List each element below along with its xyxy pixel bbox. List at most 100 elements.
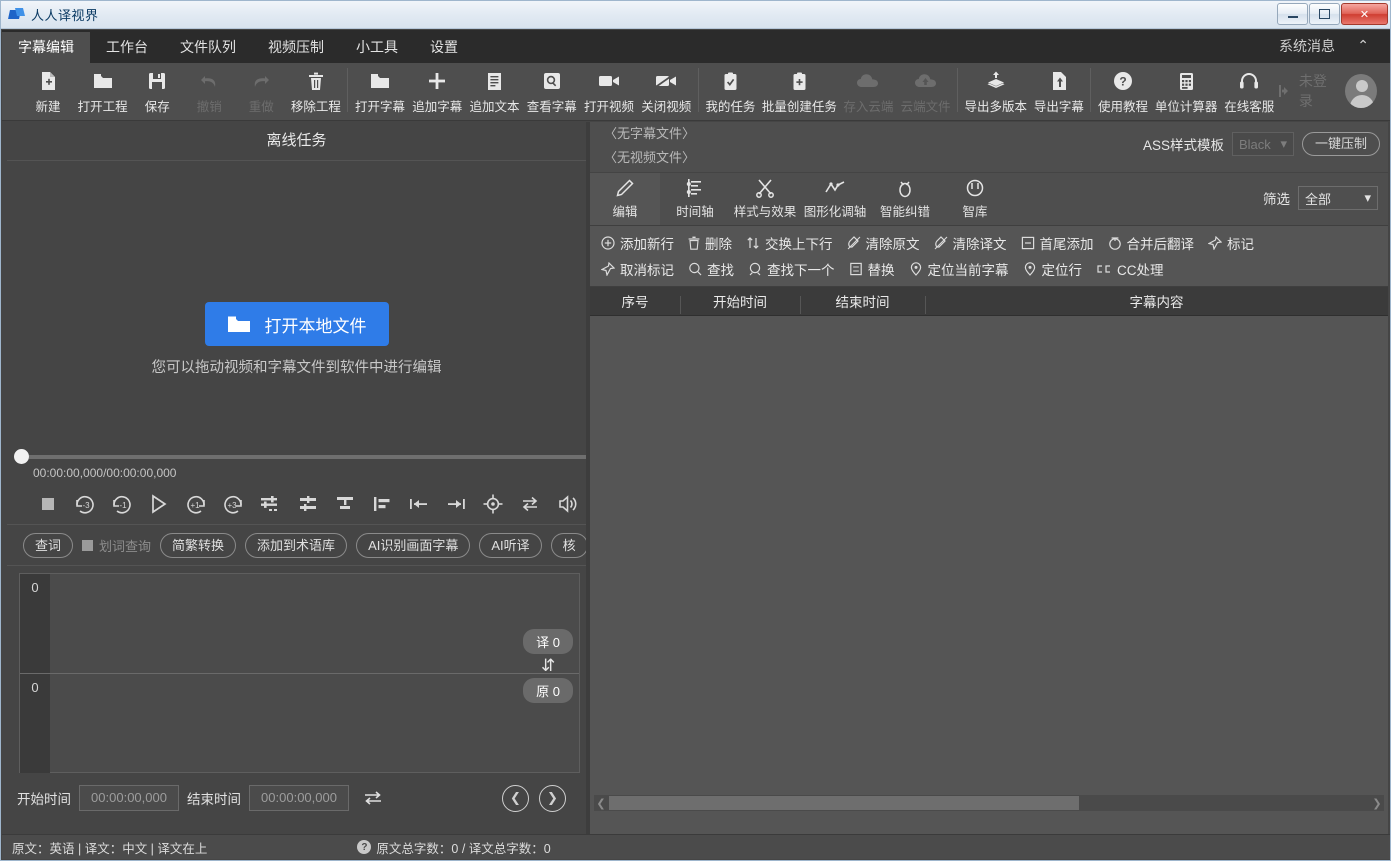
tab-workbench[interactable]: 工作台 <box>90 32 164 63</box>
set-end-button[interactable] <box>438 487 475 521</box>
translation-edit-row[interactable]: 0 <box>20 574 579 673</box>
add-to-glossary-button[interactable]: 添加到术语库 <box>245 533 347 558</box>
cmd-locate-line[interactable]: 定位行 <box>1016 257 1090 281</box>
ribbon-close-video[interactable]: 关闭视频 <box>638 63 695 119</box>
align-left-button[interactable] <box>363 487 400 521</box>
subtitle-table-body[interactable] <box>590 316 1388 816</box>
loop-button[interactable] <box>512 487 549 521</box>
ai-transcribe-button[interactable]: AI听译 <box>479 533 541 558</box>
ribbon-cloud-files[interactable]: 云端文件 <box>897 63 954 119</box>
forward-1-button[interactable]: +1 <box>178 487 215 521</box>
maximize-button[interactable] <box>1309 3 1340 25</box>
settings-sliders-button[interactable] <box>252 487 289 521</box>
original-text-input[interactable] <box>50 674 579 773</box>
cmd-merge-translate[interactable]: 合并后翻译 <box>1101 231 1202 255</box>
lookup-word-button[interactable]: 查词 <box>23 533 73 558</box>
subtab-graph-adjust[interactable]: 图形化调轴 <box>800 173 870 225</box>
subtab-timeline[interactable]: 时间轴 <box>660 173 730 225</box>
swap-lines-icon[interactable]: ⇵ <box>541 658 555 674</box>
set-start-button[interactable] <box>400 487 437 521</box>
scroll-left-button[interactable]: ❮ <box>594 797 608 810</box>
ribbon-my-tasks[interactable]: 我的任务 <box>702 63 759 119</box>
seek-track[interactable] <box>29 455 586 459</box>
ribbon-redo[interactable]: 重做 <box>235 63 287 119</box>
checkbox-box-icon[interactable] <box>82 540 93 551</box>
column-header-end-time[interactable]: 结束时间 <box>800 291 925 311</box>
simplified-traditional-button[interactable]: 简繁转换 <box>160 533 236 558</box>
one-click-compress-button[interactable]: 一键压制 <box>1302 132 1380 156</box>
question-icon[interactable]: ? <box>357 840 371 854</box>
subtab-smart-correction[interactable]: 智能纠错 <box>870 173 940 225</box>
stop-button[interactable] <box>29 487 66 521</box>
select-word-query-checkbox[interactable]: 划词查询 <box>82 536 151 555</box>
align-bottom-button[interactable] <box>326 487 363 521</box>
ribbon-unit-calculator[interactable]: 单位计算器 <box>1152 63 1221 119</box>
translation-text-input[interactable] <box>50 574 579 673</box>
ribbon-new[interactable]: 新建 <box>22 63 74 119</box>
filter-select[interactable]: 全部 ▾ <box>1298 186 1378 210</box>
ribbon-save-to-cloud[interactable]: 存入云端 <box>840 63 897 119</box>
volume-button[interactable] <box>549 487 586 521</box>
cmd-locate-current-subtitle[interactable]: 定位当前字幕 <box>902 257 1016 281</box>
ribbon-save[interactable]: 保存 <box>131 63 183 119</box>
tab-settings[interactable]: 设置 <box>414 32 474 63</box>
end-time-input[interactable]: 00:00:00,000 <box>249 785 349 811</box>
cmd-find[interactable]: 查找 <box>681 257 741 281</box>
next-line-button[interactable]: ❯ <box>539 785 566 812</box>
cmd-delete[interactable]: 删除 <box>681 231 739 255</box>
subtab-style-effects[interactable]: 样式与效果 <box>730 173 800 225</box>
minimize-button[interactable] <box>1277 3 1308 25</box>
tab-tools[interactable]: 小工具 <box>340 32 414 63</box>
ribbon-undo[interactable]: 撤销 <box>183 63 235 119</box>
cmd-cc-process[interactable]: CC处理 <box>1089 257 1171 281</box>
cmd-swap-lines[interactable]: 交换上下行 <box>739 231 840 255</box>
ribbon-remove-project[interactable]: 移除工程 <box>287 63 344 119</box>
scroll-right-button[interactable]: ❯ <box>1370 797 1384 810</box>
previous-line-button[interactable]: ❮ <box>502 785 529 812</box>
ribbon-export-subtitle[interactable]: 导出字幕 <box>1030 63 1087 119</box>
start-time-input[interactable]: 00:00:00,000 <box>79 785 179 811</box>
tab-subtitle-edit[interactable]: 字幕编辑 <box>2 32 90 63</box>
login-button[interactable]: 未登录 <box>1278 71 1337 111</box>
cmd-clear-translation[interactable]: 清除译文 <box>927 231 1014 255</box>
column-header-start-time[interactable]: 开始时间 <box>680 291 800 311</box>
ribbon-export-multi[interactable]: 导出多版本 <box>961 63 1030 119</box>
back-3-button[interactable]: -3 <box>66 487 103 521</box>
ribbon-append-subtitle[interactable]: 追加字幕 <box>409 63 466 119</box>
ribbon-open-subtitle[interactable]: 打开字幕 <box>351 63 408 119</box>
system-message-label[interactable]: 系统消息 <box>1279 30 1335 63</box>
scrollbar-thumb[interactable] <box>609 796 1079 810</box>
collapse-ribbon-icon[interactable]: ⌃ <box>1357 30 1369 63</box>
tab-video-encode[interactable]: 视频压制 <box>252 32 340 63</box>
ribbon-open-video[interactable]: 打开视频 <box>580 63 637 119</box>
column-header-subtitle-content[interactable]: 字幕内容 <box>925 291 1388 311</box>
subtab-edit[interactable]: 编辑 <box>590 173 660 225</box>
locate-target-button[interactable] <box>475 487 512 521</box>
ribbon-batch-create-task[interactable]: 批量创建任务 <box>759 63 840 119</box>
cmd-clear-original[interactable]: 清除原文 <box>840 231 927 255</box>
cmd-unmark[interactable]: 取消标记 <box>594 257 681 281</box>
cmd-find-next[interactable]: 查找下一个 <box>741 257 842 281</box>
ai-recognize-screen-subtitle-button[interactable]: AI识别画面字幕 <box>356 533 470 558</box>
tab-file-queue[interactable]: 文件队列 <box>164 32 252 63</box>
subtab-knowledge-base[interactable]: 智库 <box>940 173 1010 225</box>
open-local-file-button[interactable]: 打开本地文件 <box>205 302 389 346</box>
play-button[interactable] <box>140 487 177 521</box>
seek-handle[interactable] <box>14 449 29 464</box>
cmd-replace[interactable]: 替换 <box>842 257 902 281</box>
clipped-tool-button[interactable]: 核 <box>551 533 586 558</box>
column-header-index[interactable]: 序号 <box>590 291 680 311</box>
ribbon-append-text[interactable]: 追加文本 <box>466 63 523 119</box>
ass-template-select[interactable]: Black ▾ <box>1232 132 1294 156</box>
horizontal-scrollbar[interactable]: ❮ ❯ <box>594 795 1384 811</box>
close-button[interactable]: ✕ <box>1341 3 1388 25</box>
ribbon-open-project[interactable]: 打开工程 <box>74 63 131 119</box>
cmd-mark[interactable]: 标记 <box>1201 231 1261 255</box>
cmd-head-tail-add[interactable]: 首尾添加 <box>1014 231 1101 255</box>
forward-3-button[interactable]: +3 <box>215 487 252 521</box>
ribbon-tutorial[interactable]: ? 使用教程 <box>1094 63 1151 119</box>
align-center-button[interactable] <box>289 487 326 521</box>
ribbon-online-support[interactable]: 在线客服 <box>1221 63 1278 119</box>
video-preview-area[interactable]: 打开本地文件 您可以拖动视频和字幕文件到软件中进行编辑 <box>7 161 586 446</box>
ribbon-view-subtitle[interactable]: 查看字幕 <box>523 63 580 119</box>
